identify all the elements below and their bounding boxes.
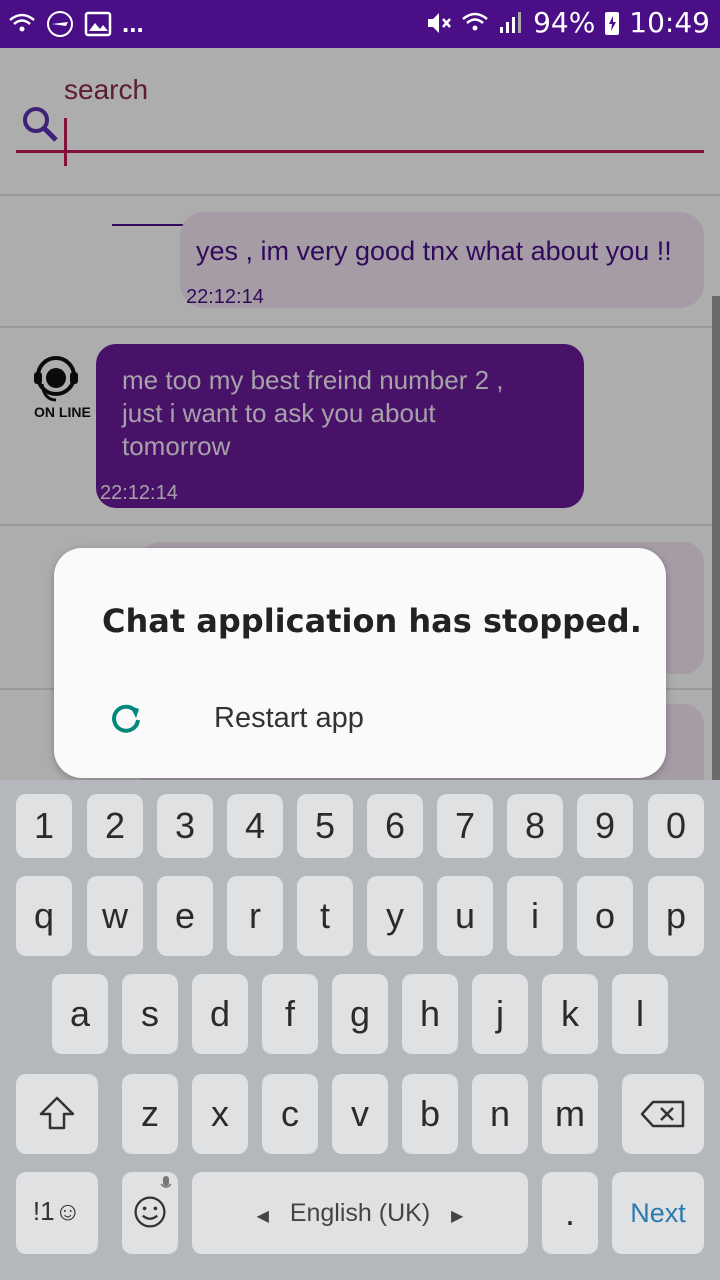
backspace-icon (640, 1100, 685, 1128)
emoji-icon (134, 1196, 166, 1228)
key-b[interactable]: b (402, 1074, 458, 1154)
status-bar: ... 94% 10:49 (0, 0, 720, 48)
emoji-key[interactable] (122, 1172, 178, 1254)
more-notifications: ... (122, 8, 144, 38)
key-h[interactable]: h (402, 974, 458, 1054)
app-stopped-dialog: Chat application has stopped. Restart ap… (54, 548, 666, 778)
key-l[interactable]: l (612, 974, 668, 1054)
clock: 10:49 (629, 6, 710, 39)
key-j[interactable]: j (472, 974, 528, 1054)
key-k[interactable]: k (542, 974, 598, 1054)
wifi-signal-icon (462, 12, 488, 30)
key-q[interactable]: q (16, 876, 72, 956)
language-prev-icon: ◀ (256, 1208, 269, 1225)
key-n[interactable]: n (472, 1074, 528, 1154)
language-label: English (UK) (289, 1199, 431, 1227)
status-left-icons: ... (8, 8, 144, 39)
dialog-title: Chat application has stopped. (102, 602, 642, 640)
key-7[interactable]: 7 (437, 794, 493, 858)
cellular-signal-icon (500, 11, 522, 33)
key-u[interactable]: u (437, 876, 493, 956)
restart-app-button[interactable]: Restart app (54, 688, 666, 758)
key-3[interactable]: 3 (157, 794, 213, 858)
key-0[interactable]: 0 (648, 794, 704, 858)
key-6[interactable]: 6 (367, 794, 423, 858)
key-y[interactable]: y (367, 876, 423, 956)
shift-key[interactable] (16, 1074, 98, 1154)
key-8[interactable]: 8 (507, 794, 563, 858)
key-s[interactable]: s (122, 974, 178, 1054)
key-g[interactable]: g (332, 974, 388, 1054)
shift-arrow-icon (39, 1096, 75, 1130)
key-p[interactable]: p (648, 876, 704, 956)
key-e[interactable]: e (157, 876, 213, 956)
microphone-icon (160, 1176, 172, 1188)
wifi-icon (9, 13, 35, 31)
key-d[interactable]: d (192, 974, 248, 1054)
app-notification-icon (47, 10, 73, 37)
restart-icon (112, 704, 140, 733)
key-4[interactable]: 4 (227, 794, 283, 858)
key-w[interactable]: w (87, 876, 143, 956)
key-v[interactable]: v (332, 1074, 388, 1154)
next-action-key[interactable]: Next (612, 1172, 704, 1254)
key-a[interactable]: a (52, 974, 108, 1054)
key-f[interactable]: f (262, 974, 318, 1054)
key-period[interactable]: . (542, 1172, 598, 1254)
language-next-icon: ▶ (451, 1208, 464, 1225)
key-t[interactable]: t (297, 876, 353, 956)
backspace-key[interactable] (622, 1074, 704, 1154)
key-m[interactable]: m (542, 1074, 598, 1154)
battery-charging-icon (605, 11, 620, 35)
key-i[interactable]: i (507, 876, 563, 956)
space-key[interactable]: ◀ English (UK) ▶ (192, 1172, 528, 1254)
symbols-key[interactable]: !1☺ (16, 1172, 98, 1254)
key-o[interactable]: o (577, 876, 633, 956)
soft-keyboard: 1 2 3 4 5 6 7 8 9 0 q w e r t y u i o p … (0, 780, 720, 1280)
key-9[interactable]: 9 (577, 794, 633, 858)
key-x[interactable]: x (192, 1074, 248, 1154)
key-1[interactable]: 1 (16, 794, 72, 858)
key-2[interactable]: 2 (87, 794, 143, 858)
battery-percent: 94% (533, 6, 596, 39)
key-z[interactable]: z (122, 1074, 178, 1154)
key-c[interactable]: c (262, 1074, 318, 1154)
mute-icon (428, 12, 452, 33)
key-r[interactable]: r (227, 876, 283, 956)
status-right-icons: 94% 10:49 (425, 6, 710, 39)
restart-app-label: Restart app (214, 702, 364, 734)
key-5[interactable]: 5 (297, 794, 353, 858)
image-icon (84, 11, 112, 36)
symbols-key-label: !1☺ (32, 1196, 82, 1226)
